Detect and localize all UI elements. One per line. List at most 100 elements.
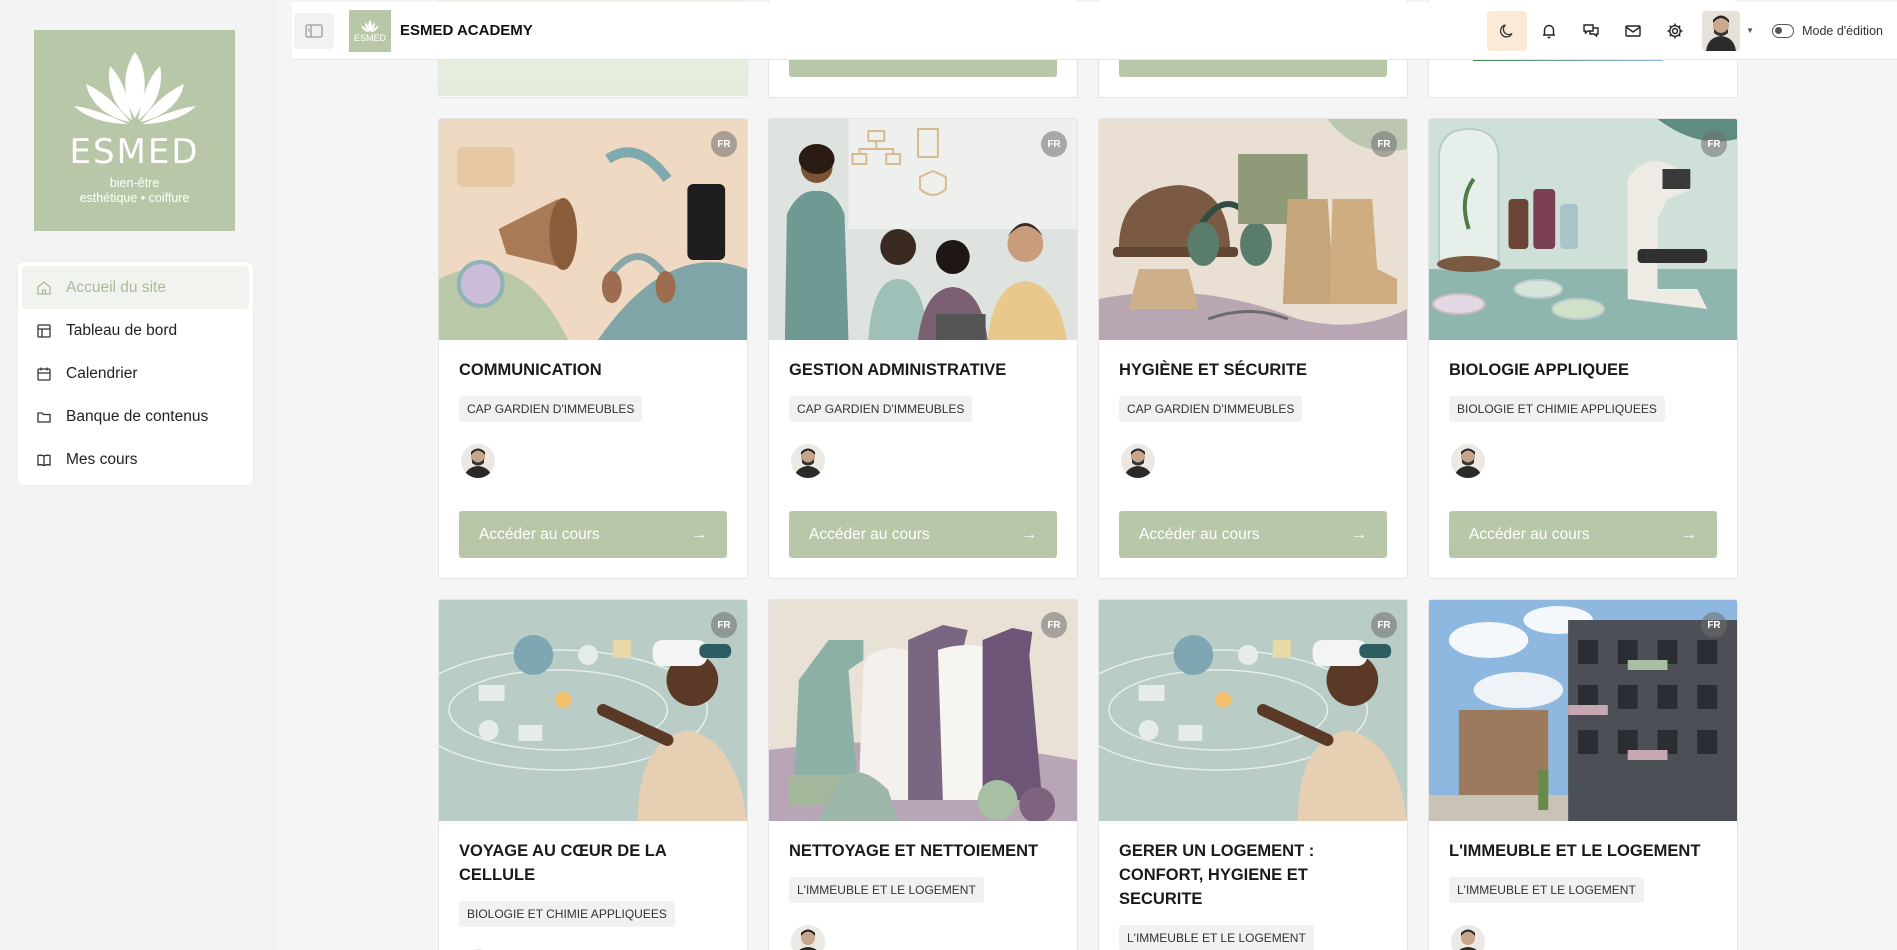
- course-image-megaphone: [439, 119, 747, 340]
- course-image-building: [1429, 600, 1737, 821]
- course-image[interactable]: FR: [769, 119, 1077, 340]
- calendar-icon: [37, 367, 51, 381]
- course-card[interactable]: FR GESTION ADMINISTRATIVE CAP GARDIEN D'…: [768, 118, 1078, 579]
- course-card[interactable]: FR BIOLOGIE APPLIQUEE BIOLOGIE ET CHIMIE…: [1428, 118, 1738, 579]
- nav-item-label: Banque de contenus: [66, 407, 209, 425]
- moon-icon: [1500, 23, 1513, 38]
- course-title[interactable]: COMMUNICATION: [439, 340, 747, 382]
- course-image[interactable]: FR: [769, 600, 1077, 821]
- course-image[interactable]: FR: [439, 119, 747, 340]
- course-image[interactable]: FR: [1429, 600, 1737, 821]
- course-category-tag: L'IMMEUBLE ET LE LOGEMENT: [789, 877, 984, 903]
- mail-icon: [1625, 24, 1641, 37]
- course-image-vr: [1099, 600, 1407, 821]
- course-category-tag: L'IMMEUBLE ET LE LOGEMENT: [1449, 877, 1644, 903]
- course-image-lab: [1429, 119, 1737, 340]
- language-badge: FR: [1371, 131, 1397, 157]
- nav-item-calendar[interactable]: Calendrier: [22, 352, 249, 395]
- nav-item-label: Mes cours: [66, 450, 138, 468]
- teacher-avatar-image: [1451, 444, 1485, 478]
- access-course-label: Accéder au cours: [809, 525, 930, 543]
- access-course-button[interactable]: Accéder au cours →: [1449, 511, 1717, 558]
- language-badge: FR: [711, 612, 737, 638]
- course-title[interactable]: L'IMMEUBLE ET LE LOGEMENT: [1429, 821, 1737, 863]
- nav-item-dashboard[interactable]: Tableau de bord: [22, 309, 249, 352]
- arrow-right-icon: →: [1351, 525, 1367, 543]
- course-card[interactable]: FR HYGIÈNE ET SÉCURITE CAP GARDIEN D'IMM…: [1098, 118, 1408, 579]
- course-image[interactable]: FR: [1099, 119, 1407, 340]
- edit-mode-label: Mode d'édition: [1802, 23, 1883, 38]
- user-menu-caret-icon[interactable]: ▼: [1746, 26, 1754, 35]
- course-category-tag: L'IMMEUBLE ET LE LOGEMENT: [1119, 925, 1314, 950]
- arrow-right-icon: →: [1021, 525, 1037, 543]
- mail-button[interactable]: [1613, 11, 1653, 51]
- teacher-avatar-image: [1121, 444, 1155, 478]
- course-card[interactable]: FR L'IMMEUBLE ET LE LOGEMENT L'IMMEUBLE …: [1428, 599, 1738, 950]
- course-image-cleaning: [769, 600, 1077, 821]
- language-badge: FR: [711, 131, 737, 157]
- folder-icon: [37, 411, 51, 423]
- course-title[interactable]: NETTOYAGE ET NETTOIEMENT: [769, 821, 1077, 863]
- teacher-avatar[interactable]: [791, 444, 825, 478]
- dark-mode-button[interactable]: [1487, 10, 1528, 51]
- settings-button[interactable]: [1655, 11, 1695, 51]
- gear-icon: [1667, 23, 1683, 38]
- language-badge: FR: [1371, 612, 1397, 638]
- site-name[interactable]: ESMED ACADEMY: [400, 22, 533, 39]
- primary-nav: Accueil du site Tableau de bord Calendri…: [18, 262, 253, 485]
- course-image[interactable]: FR: [439, 600, 747, 821]
- access-course-label: Accéder au cours: [1139, 525, 1260, 543]
- course-title[interactable]: GESTION ADMINISTRATIVE: [769, 340, 1077, 382]
- course-category-tag: CAP GARDIEN D'IMMEUBLES: [789, 396, 973, 422]
- course-title[interactable]: VOYAGE AU CŒUR DE LA CELLULE: [439, 821, 747, 887]
- logo-wordmark: ESMED: [69, 132, 200, 172]
- notifications-button[interactable]: [1529, 11, 1569, 51]
- arrow-right-icon: →: [691, 525, 707, 543]
- nav-item-my-courses[interactable]: Mes cours: [22, 438, 249, 481]
- teacher-avatar-image: [461, 444, 495, 478]
- teacher-avatar[interactable]: [461, 444, 495, 478]
- course-title[interactable]: GERER UN LOGEMENT : CONFORT, HYGIENE ET …: [1099, 821, 1407, 911]
- access-course-button[interactable]: Accéder au cours →: [1119, 511, 1387, 558]
- nav-item-home[interactable]: Accueil du site: [22, 266, 249, 309]
- esmed-logo[interactable]: ESMED bien-être esthétique • coiffure: [34, 30, 235, 231]
- lotus-icon: [73, 52, 196, 124]
- access-course-button[interactable]: Accéder au cours →: [459, 511, 727, 558]
- user-avatar-image: [1702, 10, 1741, 51]
- course-card[interactable]: FR VOYAGE AU CŒUR DE LA CELLULE BIOLOGIE…: [438, 599, 748, 950]
- nav-item-content-bank[interactable]: Banque de contenus: [22, 395, 249, 438]
- teacher-avatar[interactable]: [1451, 444, 1485, 478]
- teacher-avatar-image: [791, 925, 825, 950]
- bell-icon: [1543, 24, 1556, 38]
- teacher-avatar[interactable]: [1121, 444, 1155, 478]
- language-badge: FR: [1701, 612, 1727, 638]
- course-title[interactable]: BIOLOGIE APPLIQUEE: [1429, 340, 1737, 382]
- sidebar-toggle-button[interactable]: [294, 12, 334, 49]
- course-image[interactable]: FR: [1099, 600, 1407, 821]
- brand-logo-word: ESMED: [353, 32, 386, 43]
- brand-logo[interactable]: ESMED: [349, 9, 391, 52]
- course-category-tag: BIOLOGIE ET CHIMIE APPLIQUEES: [459, 901, 675, 927]
- course-card[interactable]: FR GERER UN LOGEMENT : CONFORT, HYGIENE …: [1098, 599, 1408, 950]
- chat-icon: [1583, 23, 1599, 37]
- edit-mode-switch[interactable]: [1772, 23, 1795, 38]
- course-image-vr: [439, 600, 747, 821]
- teacher-avatar[interactable]: [1451, 925, 1485, 950]
- access-course-button[interactable]: Accéder au cours →: [789, 511, 1057, 558]
- sidebar-toggle-icon: [305, 23, 323, 38]
- course-category-tag: CAP GARDIEN D'IMMEUBLES: [459, 396, 643, 422]
- nav-item-label: Calendrier: [66, 364, 138, 382]
- course-image-classroom: [769, 119, 1077, 340]
- messages-button[interactable]: [1571, 11, 1611, 51]
- access-course-label: Accéder au cours: [479, 525, 600, 543]
- teacher-avatar-image: [791, 444, 825, 478]
- course-card[interactable]: FR COMMUNICATION CAP GARDIEN D'IMMEUBLES…: [438, 118, 748, 579]
- top-navbar: ESMED ESMED ACADEMY ▼ Mode d'édition: [292, 2, 1897, 60]
- dashboard-icon: [37, 323, 51, 338]
- course-card[interactable]: FR NETTOYAGE ET NETTOIEMENT L'IMMEUBLE E…: [768, 599, 1078, 950]
- teacher-avatar[interactable]: [791, 925, 825, 950]
- language-badge: FR: [1041, 612, 1067, 638]
- user-avatar[interactable]: [1702, 10, 1741, 51]
- course-image[interactable]: FR: [1429, 119, 1737, 340]
- course-title[interactable]: HYGIÈNE ET SÉCURITE: [1099, 340, 1407, 382]
